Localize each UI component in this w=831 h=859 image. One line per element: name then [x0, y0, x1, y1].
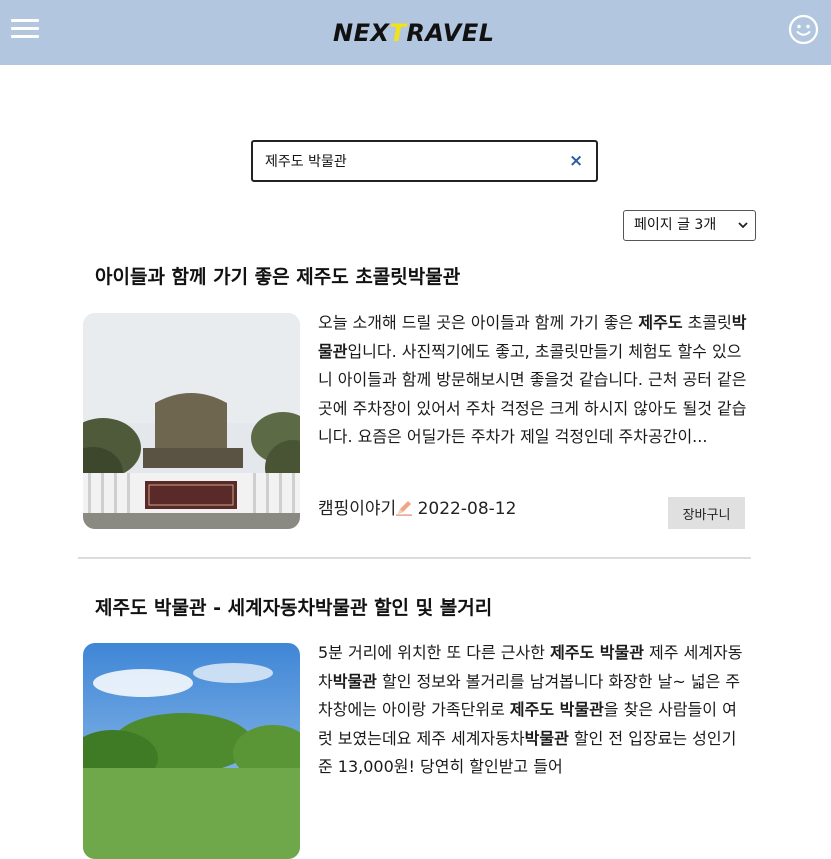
chevron-down-icon — [737, 211, 749, 251]
search-box: × — [251, 140, 598, 182]
add-to-cart-button[interactable]: 장바구니 — [668, 497, 745, 529]
excerpt-text: 입니다. 사진찍기에도 좋고, 초콜릿만들기 체험도 할수 있으니 아이들과 함… — [318, 341, 747, 447]
excerpt-text: 초콜릿 — [682, 313, 732, 332]
app-header: NEXTRAVEL — [0, 0, 831, 65]
logo-accent: T — [389, 19, 407, 47]
post-author[interactable]: 캠핑이야기 — [318, 499, 396, 519]
post-excerpt: 5분 거리에 위치한 또 다른 근사한 제주도 박물관 제주 세계자동차박물관 … — [318, 639, 748, 782]
post-excerpt: 오늘 소개해 드릴 곳은 아이들과 함께 가기 좋은 제주도 초콜릿박물관입니다… — [318, 309, 748, 452]
post-date: 2022-08-12 — [417, 499, 517, 519]
post-title[interactable]: 아이들과 함께 가기 좋은 제주도 초콜릿박물관 — [95, 262, 460, 289]
excerpt-highlight: 제주도 박물관 — [509, 700, 604, 719]
excerpt-highlight: 박물관 — [332, 671, 377, 691]
smiley-face-icon[interactable] — [788, 14, 819, 45]
posts-per-page-value: 페이지 글 3개 — [634, 217, 717, 233]
post-divider — [78, 557, 751, 559]
excerpt-highlight: 박물관 — [524, 728, 569, 748]
search-input[interactable] — [265, 142, 555, 180]
posts-per-page-select[interactable]: 페이지 글 3개 — [623, 210, 756, 241]
clear-search-icon[interactable]: × — [569, 153, 583, 170]
post-title[interactable]: 제주도 박물관 - 세계자동차박물관 할인 및 볼거리 — [95, 593, 492, 620]
logo-suffix: RAVEL — [406, 19, 495, 47]
hamburger-menu-icon[interactable] — [11, 17, 39, 41]
post-thumbnail[interactable] — [83, 643, 300, 859]
excerpt-text: 오늘 소개해 드릴 곳은 아이들과 함께 가기 좋은 — [318, 313, 639, 332]
logo-prefix: NEX — [333, 19, 390, 47]
brand-logo[interactable]: NEXTRAVEL — [333, 16, 495, 50]
post-meta: 캠핑이야기 2022-08-12 — [318, 494, 516, 519]
excerpt-highlight: 제주도 — [638, 313, 683, 332]
excerpt-highlight: 제주도 박물관 — [550, 643, 644, 662]
excerpt-text: 5분 거리에 위치한 또 다른 근사한 — [318, 643, 551, 662]
post-thumbnail[interactable] — [83, 313, 300, 529]
pencil-icon — [396, 501, 413, 516]
